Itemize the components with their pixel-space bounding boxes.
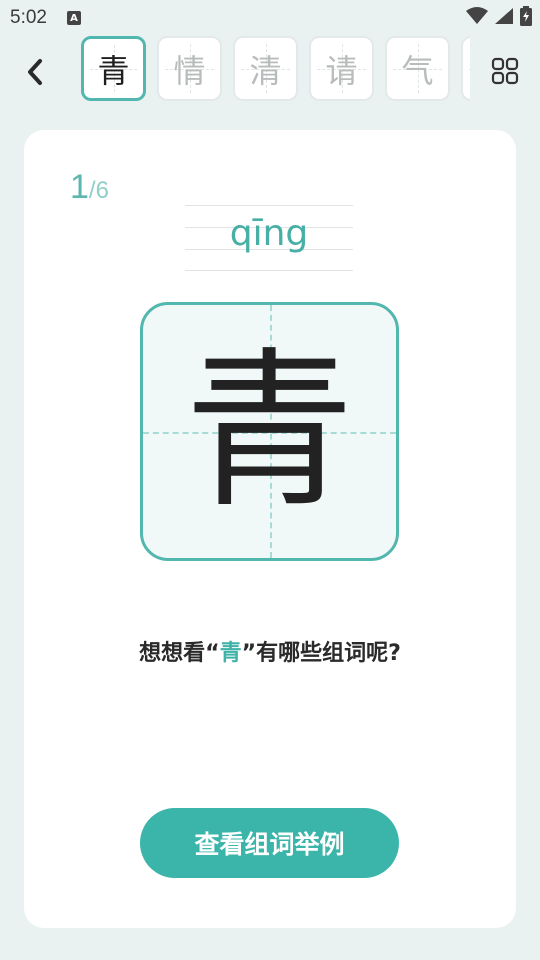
view-examples-button[interactable]: 查看组词举例 (140, 808, 399, 878)
main-character: 青 (184, 332, 355, 531)
progress-counter: 1/6 (70, 168, 109, 207)
prompt-text: 想想看“青”有哪些组词呢? (139, 641, 401, 666)
battery-icon (520, 6, 532, 26)
counter-current: 1 (70, 168, 89, 206)
char-tab[interactable]: 请 (309, 36, 374, 101)
header: 青 情 清 请 气 汽 (0, 36, 540, 106)
counter-total: /6 (88, 177, 109, 204)
pinyin-text: qīng (229, 213, 309, 254)
status-icons (466, 6, 532, 26)
prompt-highlight: 青 (219, 641, 242, 666)
signal-icon (495, 8, 513, 24)
char-tab[interactable]: 清 (233, 36, 298, 101)
character-card: 1/6 qīng 青 想想看“青”有哪些组词呢? 查看组词举例 (24, 130, 516, 928)
grid-view-button[interactable] (490, 56, 520, 86)
char-tab-qing-active[interactable]: 青 (81, 36, 146, 101)
status-bar: 5:02 A (0, 0, 540, 36)
status-time: 5:02 (10, 7, 47, 28)
wifi-icon (466, 7, 488, 24)
char-tab[interactable]: 气 (385, 36, 450, 101)
notification-icon: A (66, 11, 81, 25)
character-tabs: 青 情 清 请 气 汽 (81, 36, 470, 102)
character-writing-box[interactable]: 青 (140, 302, 399, 561)
back-button[interactable] (18, 52, 52, 92)
pinyin-box: qīng (185, 205, 353, 271)
grid-icon (491, 57, 519, 85)
char-tab[interactable]: 汽 (461, 36, 470, 101)
chevron-left-icon (28, 59, 42, 85)
char-tab[interactable]: 情 (157, 36, 222, 101)
